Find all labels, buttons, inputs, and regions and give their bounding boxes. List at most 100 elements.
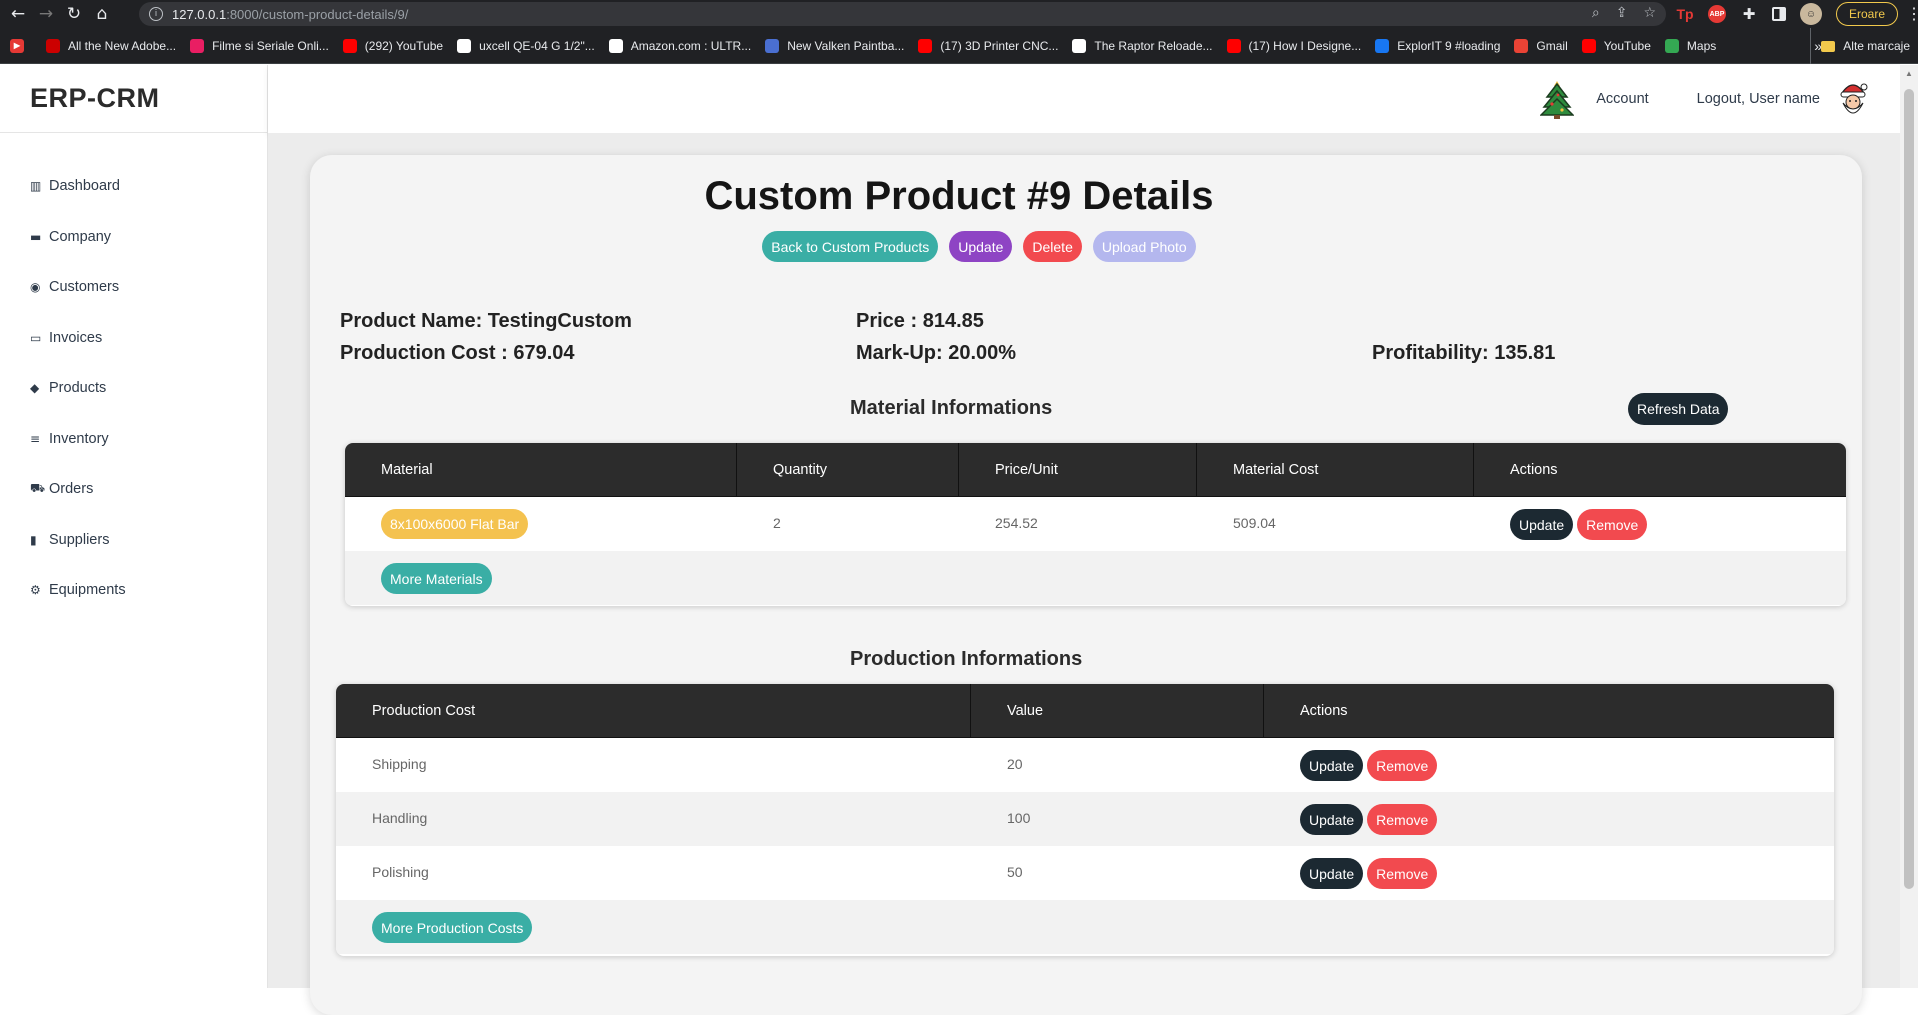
url-host: 127.0.0.1 (172, 6, 227, 22)
back-to-custom-products-button[interactable]: Back to Custom Products (762, 231, 939, 262)
actions-cell: Update Remove (1474, 497, 1846, 551)
bookmark-item[interactable]: (17) How I Designe... (1226, 38, 1362, 53)
actions-cell: Update Remove (1264, 846, 1834, 900)
quantity-cell: 2 (773, 515, 781, 531)
bookmark-item[interactable]: ExplorIT 9 #loading (1375, 38, 1501, 53)
production-cost-name-cell: Handling (372, 810, 428, 826)
bookmark-item[interactable]: (17) 3D Printer CNC... (918, 38, 1059, 53)
sidebar-item-label: Equipments (49, 582, 126, 599)
column-header: Value (971, 684, 1264, 738)
bookmarks-bar: ▶ All the New Adobe... Filme si Seriale O… (0, 28, 1918, 64)
remove-production-cost-button[interactable]: Remove (1367, 804, 1438, 835)
upload-photo-button[interactable]: Upload Photo (1092, 231, 1196, 262)
side-panel-icon[interactable] (1772, 7, 1786, 21)
sidebar-item-label: Invoices (49, 329, 103, 346)
bookmark-item[interactable]: uxcell QE-04 G 1/2"... (457, 38, 595, 53)
sidebar-item-label: Products (49, 380, 107, 397)
bookmark-label: Amazon.com : ULTR... (630, 38, 752, 53)
more-production-costs-button[interactable]: More Production Costs (372, 912, 533, 943)
more-materials-button[interactable]: More Materials (381, 563, 492, 594)
production-cost-name-cell: Polishing (372, 864, 429, 880)
update-material-button[interactable]: Update (1510, 509, 1574, 540)
column-header: Price/Unit (959, 443, 1197, 497)
bookmark-label: All the New Adobe... (68, 38, 177, 53)
gears-icon: ⚙ (30, 583, 41, 598)
profitability: Profitability: 135.81 (1372, 342, 1556, 364)
error-pill[interactable]: Eroare (1836, 2, 1899, 26)
production-section-title: Production Informations (850, 648, 1083, 670)
sidebar-item-customers[interactable]: ◉ Customers (0, 262, 267, 313)
production-value-cell: 20 (1007, 756, 1023, 772)
share-icon[interactable]: ⇪ (1616, 5, 1628, 21)
sidebar-item-invoices[interactable]: ▭ Invoices (0, 313, 267, 364)
sidebar-item-label: Suppliers (49, 531, 110, 548)
bookmark-favicon-icon (1375, 38, 1390, 53)
extension-tp-icon[interactable]: Tp (1676, 5, 1694, 23)
table-row: Handling 100 Update Remove (336, 792, 1834, 846)
sidebar-item-label: Orders (49, 481, 94, 498)
extensions-puzzle-icon[interactable]: ✚ (1740, 5, 1758, 23)
santa-avatar-icon[interactable] (1836, 79, 1870, 119)
bookmark-item[interactable]: The Raptor Reloade... (1072, 38, 1213, 53)
production-cost-name-cell: Shipping (372, 756, 427, 772)
sidebar-item-label: Inventory (49, 430, 109, 447)
sidebar-item-label: Customers (49, 279, 120, 296)
brand-logo[interactable]: ERP-CRM (0, 65, 267, 133)
bookmark-item[interactable]: YouTube (1581, 38, 1651, 53)
update-production-cost-button[interactable]: Update (1300, 858, 1364, 889)
update-production-cost-button[interactable]: Update (1300, 750, 1364, 781)
delete-product-button[interactable]: Delete (1023, 231, 1082, 262)
bookmark-item[interactable]: Gmail (1514, 38, 1568, 53)
bookmark-label: Maps (1686, 38, 1717, 53)
sidebar-item-equipments[interactable]: ⚙ Equipments (0, 565, 267, 616)
material-section-title: Material Informations (850, 397, 1053, 419)
cart-icon: ⛟ (30, 481, 46, 496)
folder-icon (1821, 40, 1836, 52)
bookmark-label: (17) 3D Printer CNC... (940, 38, 1059, 53)
bookmark-item[interactable]: All the New Adobe... (46, 38, 177, 53)
column-header: Actions (1510, 462, 1558, 478)
sidebar-item-products[interactable]: ◆ Products (0, 363, 267, 414)
material-badge[interactable]: 8x100x6000 Flat Bar (381, 509, 529, 539)
profile-avatar-icon[interactable]: ☺ (1800, 3, 1822, 25)
update-product-button[interactable]: Update (949, 231, 1013, 262)
forward-arrow-icon[interactable]: → (32, 0, 60, 28)
reload-icon[interactable]: ↻ (60, 0, 88, 28)
bookmark-item[interactable]: Filme si Seriale Onli... (190, 38, 329, 53)
logout-link[interactable]: Logout, User name (1697, 91, 1820, 107)
browser-menu-icon[interactable]: ⋮ (1906, 4, 1918, 24)
remove-production-cost-button[interactable]: Remove (1367, 858, 1438, 889)
site-info-icon[interactable]: i (149, 7, 163, 21)
bookmark-item[interactable]: (292) YouTube (342, 38, 443, 53)
sidebar-item-orders[interactable]: ⛟ Orders (0, 464, 267, 515)
production-rows: Shipping 20 Update Remove Handling 100 Update R… (336, 738, 1834, 900)
production-value-cell: 50 (1007, 864, 1023, 880)
zoom-icon[interactable]: ⌕ (1592, 5, 1600, 21)
remove-production-cost-button[interactable]: Remove (1367, 750, 1438, 781)
bookmark-star-icon[interactable]: ☆ (1643, 5, 1656, 21)
bookmark-item[interactable]: ▶ (10, 38, 32, 53)
bookmark-label: ExplorIT 9 #loading (1397, 38, 1501, 53)
remove-material-button[interactable]: Remove (1577, 509, 1648, 540)
account-link[interactable]: Account (1596, 91, 1648, 107)
materials-table-header: Material Quantity Price/Unit Material Co… (345, 443, 1846, 497)
update-production-cost-button[interactable]: Update (1300, 804, 1364, 835)
adblock-plus-icon[interactable]: ABP (1708, 5, 1726, 23)
bookmark-label: (17) How I Designe... (1248, 38, 1362, 53)
bookmark-item[interactable]: Amazon.com : ULTR... (608, 38, 752, 53)
sidebar-item-inventory[interactable]: ≡ Inventory (0, 414, 267, 465)
bookmark-item[interactable]: Maps (1664, 38, 1717, 53)
other-bookmarks-folder[interactable]: Alte marcaje (1810, 28, 1910, 64)
bookmark-item[interactable]: New Valken Paintba... (765, 38, 904, 53)
back-arrow-icon[interactable]: ← (4, 0, 32, 28)
bookmark-favicon-icon (1664, 38, 1679, 53)
actions-cell: Update Remove (1264, 792, 1834, 846)
bookmark-favicon-icon (1514, 38, 1529, 53)
refresh-data-button[interactable]: Refresh Data (1628, 393, 1729, 425)
scroll-up-icon[interactable]: ▲ (1905, 69, 1913, 78)
user-circle-icon: ◉ (30, 280, 41, 295)
sidebar-item-suppliers[interactable]: ▮ Suppliers (0, 515, 267, 566)
column-header: Material (345, 443, 737, 497)
home-icon[interactable]: ⌂ (88, 0, 116, 28)
address-bar[interactable]: i 127.0.0.1:8000/custom-product-details/… (139, 2, 1666, 26)
